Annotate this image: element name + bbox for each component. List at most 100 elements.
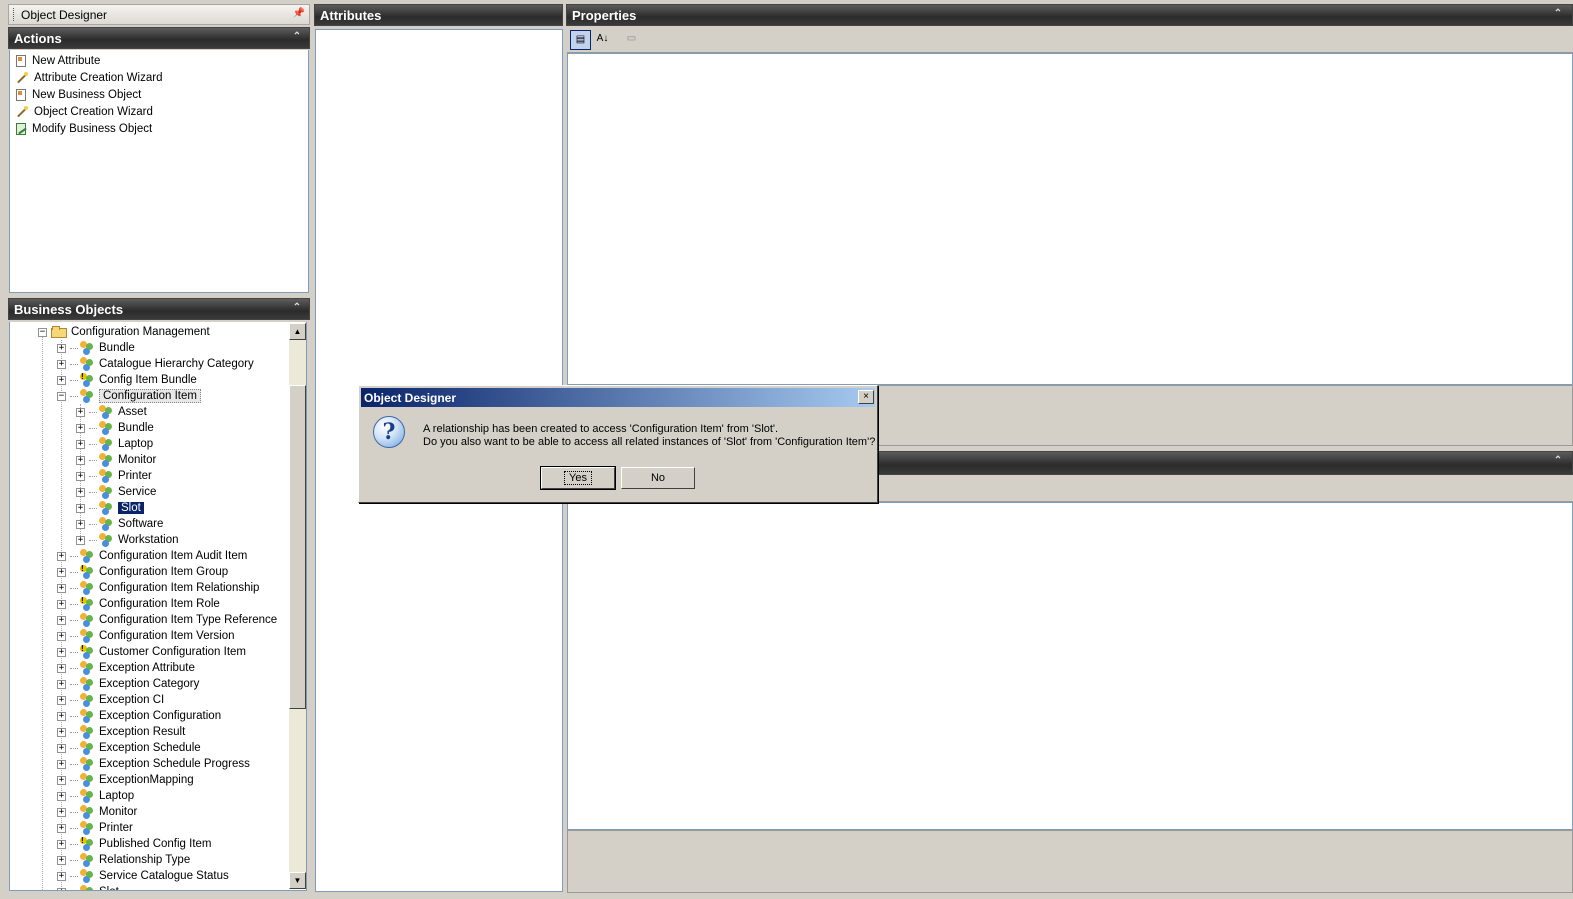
expand-icon[interactable]: + xyxy=(76,487,85,497)
collapse-icon[interactable]: − xyxy=(57,391,66,401)
tree-node[interactable]: + Configuration Item Audit Item xyxy=(57,548,247,564)
expand-icon[interactable]: + xyxy=(57,823,66,833)
expand-icon[interactable]: + xyxy=(57,551,66,561)
expand-icon[interactable]: + xyxy=(57,791,66,801)
expand-icon[interactable]: + xyxy=(76,503,85,513)
close-icon[interactable]: × xyxy=(858,390,874,404)
expand-icon[interactable]: + xyxy=(57,855,66,865)
scroll-up-arrow-icon[interactable]: ▲ xyxy=(289,323,306,340)
tree-node[interactable]: + Exception Schedule xyxy=(57,740,201,756)
tree-node[interactable]: + Slot xyxy=(57,884,119,890)
expand-icon[interactable]: + xyxy=(57,679,66,689)
expand-icon[interactable]: + xyxy=(57,583,66,593)
properties-grid[interactable] xyxy=(567,53,1573,385)
action-item[interactable]: New Business Object xyxy=(10,86,308,103)
tree-node[interactable]: + Exception Attribute xyxy=(57,660,195,676)
tree-node[interactable]: + Exception Schedule Progress xyxy=(57,756,250,772)
pin-icon[interactable]: 📌 xyxy=(293,8,305,19)
action-item[interactable]: Object Creation Wizard xyxy=(10,103,308,120)
tree-node[interactable]: + ExceptionMapping xyxy=(57,772,194,788)
action-item[interactable]: New Attribute xyxy=(10,52,308,69)
tree-node[interactable]: + Bundle xyxy=(76,420,154,436)
tree-node[interactable]: + Configuration Item Version xyxy=(57,628,235,644)
tree-node[interactable]: + Relationship Type xyxy=(57,852,190,868)
tree-node[interactable]: + Laptop xyxy=(57,788,134,804)
expand-icon[interactable]: + xyxy=(57,615,66,625)
collapse-chevron-icon[interactable]: ⌃ xyxy=(291,32,303,44)
tree-node[interactable]: + Catalogue Hierarchy Category xyxy=(57,356,254,372)
collapse-chevron-icon[interactable]: ⌃ xyxy=(1552,456,1564,468)
tree-node[interactable]: + Exception Configuration xyxy=(57,708,221,724)
expand-icon[interactable]: + xyxy=(76,471,85,481)
expand-icon[interactable]: + xyxy=(76,423,85,433)
expand-icon[interactable]: + xyxy=(57,647,66,657)
tree-node[interactable]: + Monitor xyxy=(76,452,156,468)
expand-icon[interactable]: + xyxy=(57,727,66,737)
expand-icon[interactable]: + xyxy=(57,807,66,817)
action-item[interactable]: Modify Business Object xyxy=(10,120,308,137)
tree-node[interactable]: + Service Catalogue Status xyxy=(57,868,229,884)
expand-icon[interactable]: + xyxy=(76,407,85,417)
tree-node[interactable]: + Software xyxy=(76,516,163,532)
tree-connector xyxy=(70,715,78,717)
tree-node[interactable]: + Published Config Item xyxy=(57,836,212,852)
action-item[interactable]: Attribute Creation Wizard xyxy=(10,69,308,86)
expand-icon[interactable]: + xyxy=(57,343,66,353)
tree-node[interactable]: − Configuration Item xyxy=(57,388,201,404)
categorized-view-icon[interactable]: ▤ xyxy=(570,30,591,50)
expand-icon[interactable]: + xyxy=(57,711,66,721)
scroll-thumb[interactable] xyxy=(289,385,306,709)
tree-node[interactable]: + Configuration Item Role xyxy=(57,596,220,612)
expand-icon[interactable]: + xyxy=(57,871,66,881)
yes-button[interactable]: Yes xyxy=(540,466,616,490)
expand-icon[interactable]: + xyxy=(57,743,66,753)
tree-node[interactable]: + Configuration Item Group xyxy=(57,564,228,580)
tree-node[interactable]: + Monitor xyxy=(57,804,137,820)
expand-icon[interactable]: + xyxy=(57,631,66,641)
expand-icon[interactable]: + xyxy=(57,695,66,705)
tree-node[interactable]: + Asset xyxy=(76,404,147,420)
expand-icon[interactable]: + xyxy=(57,759,66,769)
tree-scrollbar[interactable]: ▲ ▼ xyxy=(289,323,306,889)
properties-header[interactable]: Properties ⌃ xyxy=(566,4,1573,26)
tree-node[interactable]: − Configuration Management xyxy=(38,324,210,340)
expand-icon[interactable]: + xyxy=(76,519,85,529)
collapse-chevron-icon[interactable]: ⌃ xyxy=(291,303,303,315)
grip-icon[interactable] xyxy=(13,8,17,21)
expand-icon[interactable]: + xyxy=(57,775,66,785)
expand-icon[interactable]: + xyxy=(57,375,66,385)
tree-node[interactable]: + Slot xyxy=(76,500,144,516)
tree-node[interactable]: + Exception Category xyxy=(57,676,199,692)
expand-icon[interactable]: + xyxy=(57,567,66,577)
business-objects-header[interactable]: Business Objects ⌃ xyxy=(8,298,310,320)
tree-node[interactable]: + Service xyxy=(76,484,156,500)
expand-icon[interactable]: + xyxy=(76,535,85,545)
tree-node[interactable]: + Exception CI xyxy=(57,692,164,708)
tree-node[interactable]: + Configuration Item Relationship xyxy=(57,580,259,596)
property-pages-icon[interactable]: ▭ xyxy=(621,30,642,50)
no-button[interactable]: No xyxy=(621,467,695,489)
expand-icon[interactable]: + xyxy=(76,439,85,449)
expand-icon[interactable]: + xyxy=(76,455,85,465)
dialog-titlebar[interactable]: Object Designer xyxy=(361,388,875,407)
expand-icon[interactable]: + xyxy=(57,359,66,369)
scroll-down-arrow-icon[interactable]: ▼ xyxy=(289,872,306,889)
tree-node[interactable]: + Printer xyxy=(57,820,133,836)
tree-node[interactable]: + Config Item Bundle xyxy=(57,372,197,388)
expand-icon[interactable]: + xyxy=(57,887,66,890)
collapse-chevron-icon[interactable]: ⌃ xyxy=(1552,9,1564,21)
collapse-icon[interactable]: − xyxy=(38,327,47,337)
expand-icon[interactable]: + xyxy=(57,839,66,849)
lower-panel-content[interactable] xyxy=(567,502,1573,830)
tree-node[interactable]: + Configuration Item Type Reference xyxy=(57,612,277,628)
tree-node[interactable]: + Laptop xyxy=(76,436,153,452)
tree-node[interactable]: + Customer Configuration Item xyxy=(57,644,246,660)
expand-icon[interactable]: + xyxy=(57,663,66,673)
tree-node[interactable]: + Printer xyxy=(76,468,152,484)
tree-node[interactable]: + Workstation xyxy=(76,532,179,548)
expand-icon[interactable]: + xyxy=(57,599,66,609)
sort-alphabetical-icon[interactable]: A↓ xyxy=(592,30,613,50)
tree-node[interactable]: + Exception Result xyxy=(57,724,185,740)
tree-node[interactable]: + Bundle xyxy=(57,340,135,356)
actions-header[interactable]: Actions ⌃ xyxy=(8,27,310,49)
